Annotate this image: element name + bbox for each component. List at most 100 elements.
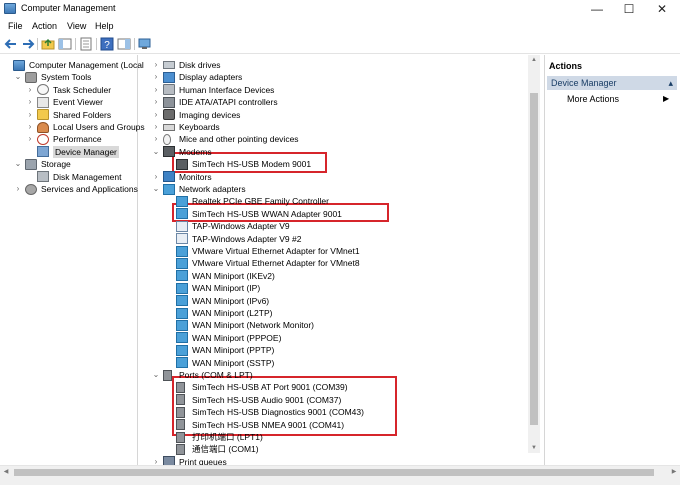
collapse-chevron-icon[interactable]: ⌄ [152,146,160,158]
maximize-button[interactable]: ☐ [612,0,646,18]
minimize-button[interactable]: — [580,0,614,18]
left_tree-row-computer-management-local[interactable]: Computer Management (Local [0,59,144,71]
expand-chevron-icon[interactable]: › [152,121,160,133]
expand-chevron-icon[interactable]: › [14,183,22,195]
menu-help[interactable]: Help [95,21,114,31]
device_tree-row-ports-com-lpt[interactable]: ⌄ Ports (COM & LPT) [142,369,528,381]
device_tree-row-human-interface-devices[interactable]: › Human Interface Devices [142,84,528,96]
device_tree-row-modems[interactable]: ⌄ Modems [142,146,528,158]
device_tree-row-com1[interactable]: 通信端口 (COM1) [142,443,528,455]
device_tree-row-network-adapters[interactable]: ⌄ Network adapters [142,183,528,195]
vertical-scrollbar[interactable]: ▲ ▼ [528,55,540,453]
device_tree-row-display-adapters[interactable]: › Display adapters [142,71,528,83]
device_tree-row-simtech-hs-usb-audio-9001-com37[interactable]: SimTech HS-USB Audio 9001 (COM37) [142,394,528,406]
device_tree-row-keyboards[interactable]: › Keyboards [142,121,528,133]
left_tree-row-services-and-applications[interactable]: › Services and Applications [0,183,138,195]
expand-chevron-icon[interactable]: › [152,171,160,183]
collapse-chevron-icon[interactable]: ▴ [668,76,673,90]
menu-action[interactable]: Action [32,21,57,31]
up-folder-icon[interactable] [41,37,55,51]
left_tree-row-event-viewer[interactable]: › Event Viewer [0,96,124,108]
device_tree-row-wan-miniport-pptp[interactable]: WAN Miniport (PPTP) [142,344,528,356]
show-action-pane-icon[interactable] [117,37,131,51]
help-icon[interactable]: ? [100,37,114,51]
network-icon [176,257,188,269]
left_tree-row-system-tools[interactable]: ⌄ System Tools [0,71,124,83]
collapse-chevron-icon[interactable]: ⌄ [14,71,22,83]
device_tree-row-simtech-hs-usb-wwan-adapter-9001[interactable]: SimTech HS-USB WWAN Adapter 9001 [142,208,528,220]
collapse-chevron-icon[interactable]: ⌄ [152,369,160,381]
port-icon [176,419,185,431]
device_tree-row-ide-ata-atapi-controllers[interactable]: › IDE ATA/ATAPI controllers [142,96,528,108]
actions-section-device-manager[interactable]: Device Manager ▴ [547,76,677,90]
device_tree-row-imaging-devices[interactable]: › Imaging devices [142,109,528,121]
device_tree-row-monitors[interactable]: › Monitors [142,171,528,183]
horizontal-scroll-thumb[interactable] [14,469,654,476]
left_tree-row-storage[interactable]: ⌄ Storage [0,158,124,170]
forward-arrow-icon[interactable] [21,37,35,51]
device_tree-row-wan-miniport-ikev2[interactable]: WAN Miniport (IKEv2) [142,270,528,282]
device_tree-row-wan-miniport-pppoe[interactable]: WAN Miniport (PPPOE) [142,332,528,344]
device_tree-row-vmware-virtual-ethernet-adapter-for-vmnet8[interactable]: VMware Virtual Ethernet Adapter for VMne… [142,257,528,269]
device_tree-row-wan-miniport-sstp[interactable]: WAN Miniport (SSTP) [142,357,528,369]
left_tree-row-device-manager[interactable]: Device Manager [0,145,124,158]
scan-hardware-icon[interactable] [138,37,152,51]
scroll-down-icon[interactable]: ▼ [528,443,540,453]
device_tree-row-wan-miniport-l2tp[interactable]: WAN Miniport (L2TP) [142,307,528,319]
back-arrow-icon[interactable] [4,37,18,51]
vertical-scroll-thumb[interactable] [530,93,538,425]
expand-chevron-icon[interactable]: › [152,84,160,96]
expand-chevron-icon[interactable]: › [26,121,34,133]
left_tree-row-performance[interactable]: › Performance [0,133,124,145]
left_tree-row-disk-management[interactable]: Disk Management [0,171,124,183]
device_tree-label: TAP-Windows Adapter V9 [192,221,290,232]
device_tree-row-lpt1[interactable]: 打印机端口 (LPT1) [142,431,528,443]
horizontal-scrollbar[interactable]: ◀ ▶ [0,465,680,478]
toolbar-separator [134,38,135,50]
expand-chevron-icon[interactable]: › [26,96,34,108]
device_tree-row-simtech-hs-usb-diagnostics-9001-com43[interactable]: SimTech HS-USB Diagnostics 9001 (COM43) [142,406,528,418]
more-actions-link[interactable]: More Actions [567,93,619,105]
display-icon [163,71,175,83]
collapse-chevron-icon[interactable]: ⌄ [152,183,160,195]
device_tree-row-wan-miniport-ip[interactable]: WAN Miniport (IP) [142,282,528,294]
expand-chevron-icon[interactable]: › [152,96,160,108]
device_tree-label: 打印机端口 (LPT1) [192,432,263,442]
expand-chevron-icon[interactable]: › [152,109,160,121]
device_tree-row-tap-windows-adapter-v9[interactable]: TAP-Windows Adapter V9 [142,220,528,232]
device_tree-label: SimTech HS-USB Audio 9001 (COM37) [192,394,342,405]
device_tree-row-vmware-virtual-ethernet-adapter-for-vmnet1[interactable]: VMware Virtual Ethernet Adapter for VMne… [142,245,528,257]
expand-chevron-icon[interactable]: › [26,109,34,121]
scroll-up-icon[interactable]: ▲ [528,55,540,65]
expand-chevron-icon[interactable]: › [26,84,34,96]
device_tree-row-simtech-hs-usb-nmea-9001-com41[interactable]: SimTech HS-USB NMEA 9001 (COM41) [142,419,528,431]
device_tree-row-mice-and-other-pointing-devices[interactable]: › Mice and other pointing devices [142,133,528,145]
device_tree-label: VMware Virtual Ethernet Adapter for VMne… [192,246,360,256]
device_tree-row-tap-windows-adapter-v9-2[interactable]: TAP-Windows Adapter V9 #2 [142,233,528,245]
scroll-right-icon[interactable]: ▶ [668,466,680,478]
device_tree-row-simtech-hs-usb-modem-9001[interactable]: SimTech HS-USB Modem 9001 [142,158,528,170]
left_tree-row-shared-folders[interactable]: › Shared Folders [0,109,124,121]
expand-chevron-icon[interactable]: › [152,59,160,71]
collapse-chevron-icon[interactable]: ⌄ [14,158,22,170]
scroll-left-icon[interactable]: ◀ [0,466,12,478]
expand-chevron-icon[interactable]: › [152,133,160,145]
device_tree-row-simtech-hs-usb-at-port-9001-com39[interactable]: SimTech HS-USB AT Port 9001 (COM39) [142,381,528,393]
close-button[interactable]: ✕ [645,0,679,18]
menu-file[interactable]: File [8,21,23,31]
show-hide-tree-icon[interactable] [58,37,72,51]
left_tree-row-task-scheduler[interactable]: › Task Scheduler [0,84,124,96]
left_tree-label: Disk Management [53,171,122,182]
menu-view[interactable]: View [67,21,86,31]
left_tree-row-local-users-and-groups[interactable]: › Local Users and Groups [0,121,145,133]
device_tree-row-wan-miniport-network-monitor[interactable]: WAN Miniport (Network Monitor) [142,319,528,331]
expand-chevron-icon[interactable]: › [26,133,34,145]
properties-icon[interactable] [79,37,93,51]
device_tree-row-wan-miniport-ipv6[interactable]: WAN Miniport (IPv6) [142,295,528,307]
device_tree-row-realtek-pcie-gbe-family-controller[interactable]: Realtek PCIe GBE Family Controller [142,195,528,207]
device_tree-row-disk-drives[interactable]: › Disk drives [142,59,528,71]
expand-chevron-icon[interactable]: › [152,71,160,83]
